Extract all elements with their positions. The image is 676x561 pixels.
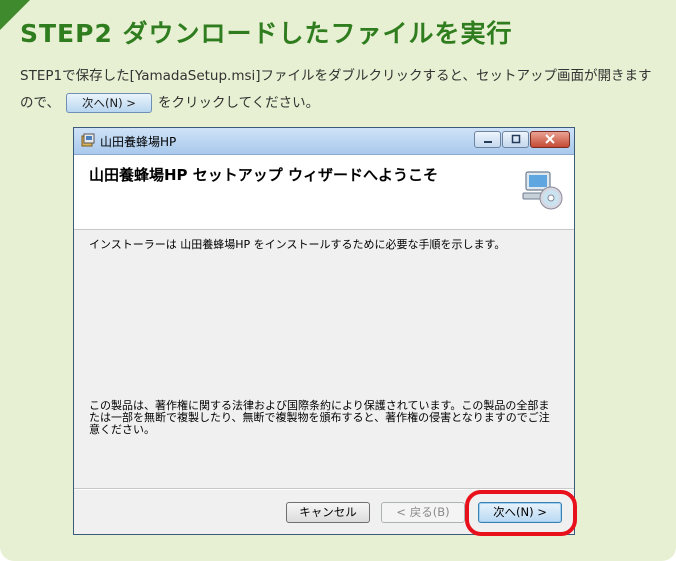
window-titlebar: 山田養蜂場HP [74, 128, 574, 155]
maximize-button[interactable] [502, 131, 529, 148]
window-title: 山田養蜂場HP [100, 135, 177, 149]
instruction-panel: STEP2 ダウンロードしたファイルを実行 STEP1で保存した[YamadaS… [0, 0, 676, 561]
cancel-button[interactable]: キャンセル [286, 502, 370, 523]
computer-cd-icon [522, 171, 563, 210]
minimize-button[interactable] [474, 131, 501, 148]
maximize-icon [511, 134, 520, 144]
copyright-notice: この製品は、著作権に関する法律および国際条約により保護されています。この製品の全… [89, 399, 550, 436]
step-description: STEP1で保存した[YamadaSetup.msi]ファイルをダブルクリックす… [20, 63, 660, 117]
minimize-icon [483, 141, 492, 143]
back-button[interactable]: < 戻る(B) [381, 502, 465, 523]
setup-wizard-window: 山田養蜂場HP 山田養蜂場HP セットアップ ウィザードへようこそ インストーラ… [73, 127, 575, 535]
installer-app-icon [81, 133, 95, 147]
wizard-heading: 山田養蜂場HP セットアップ ウィザードへようこそ [89, 166, 438, 184]
wizard-intro-text: インストーラーは 山田養蜂場HP をインストールするために必要な手順を示します。 [89, 238, 506, 251]
wizard-header: 山田養蜂場HP セットアップ ウィザードへようこそ [74, 155, 574, 230]
close-icon [545, 134, 555, 144]
description-text-2: をクリックしてください。 [157, 95, 320, 111]
next-button-highlight [465, 490, 577, 536]
close-button[interactable] [530, 131, 570, 148]
step-title: STEP2 ダウンロードしたファイルを実行 [20, 19, 513, 48]
inline-next-button-image: 次へ(N) > [65, 93, 152, 113]
